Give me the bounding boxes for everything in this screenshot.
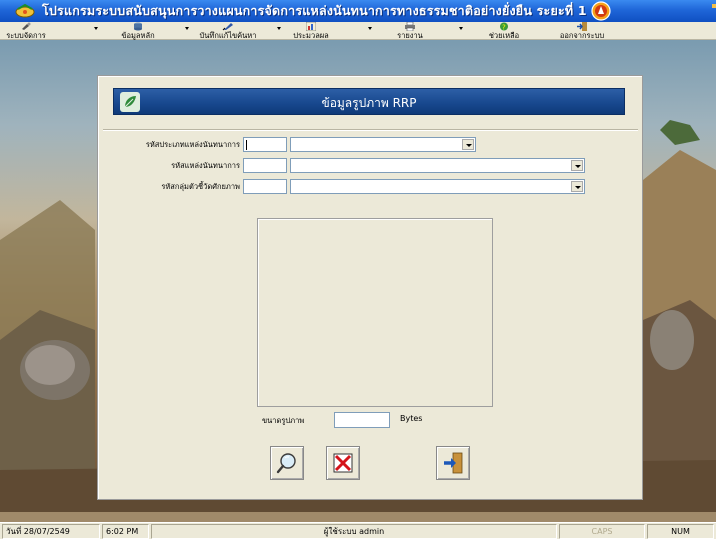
status-bar: วันที่ 28/07/2549 6:02 PM ผู้ใช้ระบบ adm…: [0, 522, 716, 539]
toolbar-edit-search-button[interactable]: บันทึกแก้ไขค้นหา: [197, 22, 259, 40]
status-time: 6:02 PM: [102, 524, 149, 539]
chevron-down-icon[interactable]: [571, 181, 583, 192]
status-num: NUM: [647, 524, 714, 539]
form-header: ข้อมูลรูปภาพ RRP: [113, 88, 625, 115]
type-code-label: รหัสประเภทแหล่งนันทนาการ: [145, 140, 240, 149]
toolbar-help-button[interactable]: ? ช่วยเหลือ: [482, 22, 526, 40]
magnifier-icon: [276, 453, 296, 474]
form-title: ข้อมูลรูปภาพ RRP: [321, 96, 417, 110]
text-caret: [246, 140, 247, 150]
toolbar-dropdown-arrow[interactable]: [459, 27, 463, 30]
bytes-unit-label: Bytes: [400, 414, 423, 423]
svg-text:?: ?: [502, 24, 506, 32]
toolbar-logout-button[interactable]: ออกจากระบบ: [557, 22, 607, 40]
browse-image-button[interactable]: [270, 446, 304, 480]
image-size-label: ขนาดรูปภาพ: [262, 416, 305, 425]
indicator-group-input[interactable]: [243, 179, 287, 194]
type-code-combo[interactable]: [290, 137, 476, 152]
site-code-combo[interactable]: [290, 158, 585, 173]
status-date: วันที่ 28/07/2549: [2, 524, 100, 539]
delete-image-button[interactable]: [326, 446, 360, 480]
chart-icon: [306, 22, 316, 31]
exit-icon: [576, 22, 588, 31]
image-preview-box: [257, 218, 493, 407]
indicator-group-combo[interactable]: [290, 179, 585, 194]
toolbar-system-button[interactable]: ระบบจัดการ: [4, 22, 48, 40]
exit-form-button[interactable]: [436, 446, 470, 480]
site-code-label: รหัสแหล่งนันทนาการ: [171, 161, 240, 170]
tools-icon: [20, 22, 32, 31]
emblem-logo-icon: [591, 1, 611, 21]
exit-arrow-icon: [444, 452, 463, 474]
toolbar-dropdown-arrow[interactable]: [185, 27, 189, 30]
site-code-input[interactable]: [243, 158, 287, 173]
main-toolbar: ระบบจัดการ ข้อมูลหลัก บันทึกแก้ไขค้นหา ป…: [0, 22, 716, 40]
delete-x-icon: [333, 453, 353, 473]
toolbar-master-data-button[interactable]: ข้อมูลหลัก: [116, 22, 160, 40]
indicator-group-label: รหัสกลุ่มตัวชี้วัดศักยภาพ: [161, 182, 240, 191]
toolbar-process-button[interactable]: ประมวลผล: [285, 22, 337, 40]
printer-icon: [404, 22, 416, 31]
window-title: โปรแกรมระบบสนับสนุนการวางแผนการจัดการแหล…: [42, 3, 587, 18]
database-icon: [133, 22, 143, 31]
toolbar-report-button[interactable]: รายงาน: [390, 22, 430, 40]
image-size-field[interactable]: [334, 412, 390, 428]
image-form-panel: ข้อมูลรูปภาพ RRP รหัสประเภทแหล่งนันทนากา…: [97, 75, 643, 500]
toolbar-dropdown-arrow[interactable]: [277, 27, 281, 30]
title-bar-edge: [712, 4, 716, 8]
toolbar-dropdown-arrow[interactable]: [368, 27, 372, 30]
chevron-down-icon[interactable]: [571, 160, 583, 171]
chevron-down-icon[interactable]: [462, 139, 474, 150]
status-caps: CAPS: [559, 524, 645, 539]
help-icon: ?: [498, 22, 510, 31]
section-divider: [103, 129, 638, 131]
app-icon: [15, 3, 35, 18]
toolbar-dropdown-arrow[interactable]: [94, 27, 98, 30]
status-user: ผู้ใช้ระบบ admin: [151, 524, 557, 539]
title-bar: โปรแกรมระบบสนับสนุนการวางแผนการจัดการแหล…: [0, 0, 716, 22]
type-code-input[interactable]: [243, 137, 287, 152]
edit-icon: [222, 22, 234, 31]
